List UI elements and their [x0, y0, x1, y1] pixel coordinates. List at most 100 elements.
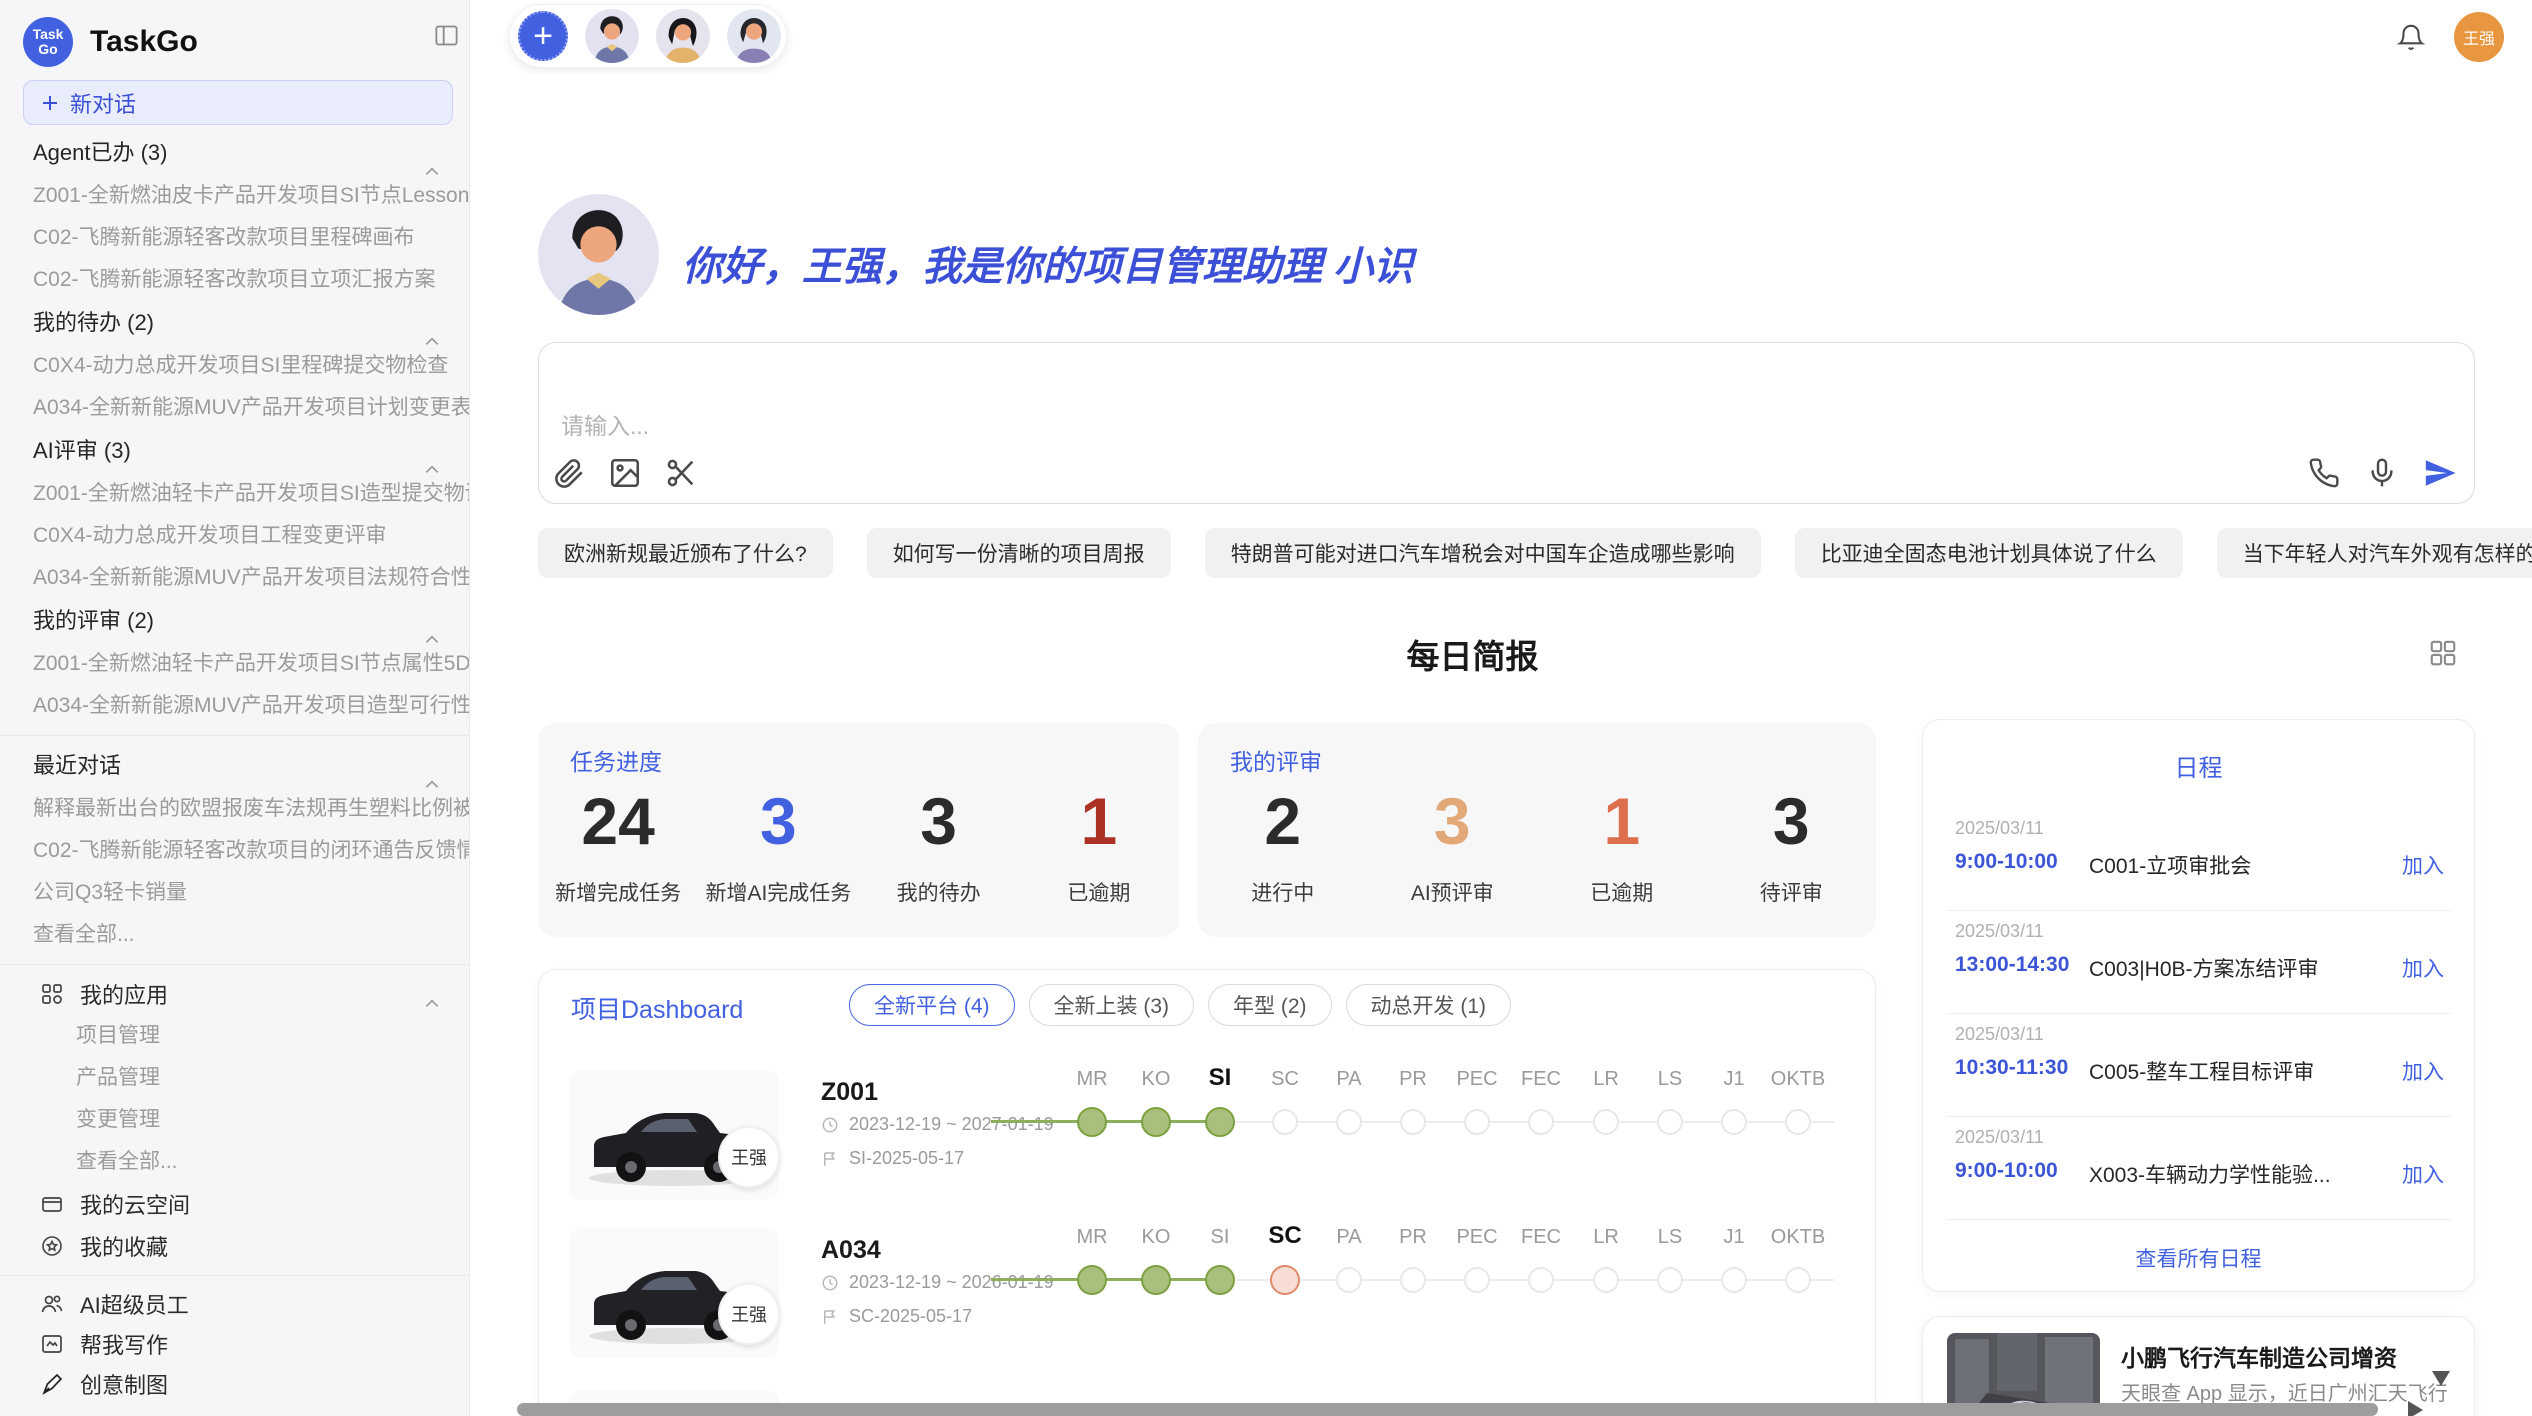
milestone-dot-done: [1205, 1265, 1235, 1295]
sidebar-task-item[interactable]: A034-全新新能源MUV产品开发项目计划变更表编写: [0, 387, 469, 429]
section-agent-done[interactable]: Agent已办 (3): [0, 131, 469, 175]
topbar: + 王强: [470, 0, 2532, 74]
suggestion-chip[interactable]: 比亚迪全固态电池计划具体说了什么: [1795, 528, 2183, 578]
stat-my-todo: 3 我的待办: [859, 779, 1019, 907]
sidebar-task-item[interactable]: A034-全新新能源MUV产品开发项目造型可行性评审: [0, 685, 469, 727]
news-card[interactable]: 小鹏飞行汽车制造公司增资 天眼查 App 显示，近日广州汇天飞行汽...: [1922, 1316, 2475, 1416]
sidebar-task-item[interactable]: C0X4-动力总成开发项目工程变更评审: [0, 515, 469, 557]
section-ai-review[interactable]: AI评审 (3): [0, 429, 469, 473]
suggestion-chip[interactable]: 欧洲新规最近颁布了什么?: [538, 528, 833, 578]
app-item-change-mgmt[interactable]: 变更管理: [0, 1099, 469, 1141]
star-circle-icon: [40, 1234, 64, 1258]
sidebar-task-item[interactable]: Z001-全新燃油轻卡产品开发项目SI节点属性5D文件评审: [0, 643, 469, 685]
join-link[interactable]: 加入: [2402, 953, 2444, 983]
recent-chat-item[interactable]: 公司Q3轻卡销量: [0, 872, 469, 914]
sidebar-task-item[interactable]: Z001-全新燃油轻卡产品开发项目SI造型提交物评审: [0, 473, 469, 515]
event-date: 2025/03/11: [1955, 921, 2044, 942]
composer-attachments: [549, 453, 701, 493]
recent-view-all[interactable]: 查看全部...: [0, 914, 469, 956]
stat-new-ai-completed: 3 新增AI完成任务: [698, 779, 858, 907]
suggestion-chip[interactable]: 特朗普可能对进口汽车增税会对中国车企造成哪些影响: [1205, 528, 1761, 578]
agent-avatar-2[interactable]: [656, 9, 710, 63]
chat-input[interactable]: [539, 343, 2474, 503]
event-date: 2025/03/11: [1955, 1024, 2044, 1045]
sidebar-item-help-writing[interactable]: 帮我写作: [0, 1324, 469, 1364]
sidebar-task-item[interactable]: C02-飞腾新能源轻客改款项目立项汇报方案: [0, 259, 469, 301]
user-avatar[interactable]: 王强: [2454, 12, 2504, 62]
sidebar-item-my-apps[interactable]: 我的应用: [0, 973, 469, 1015]
event-name: C005-整车工程目标评审: [2089, 1056, 2314, 1086]
schedule-event: 2025/03/11 10:30-11:30 C005-整车工程目标评审 加入: [1947, 1014, 2452, 1117]
scissors-icon: [664, 456, 698, 490]
milestone-dot-done: [1141, 1107, 1171, 1137]
sidebar-task-item[interactable]: A034-全新新能源MUV产品开发项目法规符合性评审: [0, 557, 469, 599]
suggestion-chip[interactable]: 如何写一份清晰的项目周报: [867, 528, 1171, 578]
suggestion-chips: 欧洲新规最近颁布了什么? 如何写一份清晰的项目周报 特朗普可能对进口汽车增税会对…: [538, 528, 2475, 578]
scroll-down-arrow[interactable]: [2432, 1371, 2450, 1386]
tab-model-year[interactable]: 年型 (2): [1208, 984, 1332, 1026]
app-item-project-mgmt[interactable]: 项目管理: [0, 1015, 469, 1057]
horizontal-scrollbar[interactable]: [517, 1403, 2378, 1416]
join-link[interactable]: 加入: [2402, 850, 2444, 880]
suggestion-chip[interactable]: 当下年轻人对汽车外观有怎样的喜好趋势: [2217, 528, 2532, 578]
sidebar-task-item[interactable]: C02-飞腾新能源轻客改款项目里程碑画布: [0, 217, 469, 259]
screenshot-button[interactable]: [661, 453, 701, 493]
section-recent-chats[interactable]: 最近对话: [0, 744, 469, 788]
schedule-card: 日程 2025/03/11 9:00-10:00 C001-立项审批会 加入 2…: [1922, 719, 2475, 1292]
join-link[interactable]: 加入: [2402, 1056, 2444, 1086]
stat-value: 3: [1707, 779, 1877, 863]
sidebar-collapse-icon[interactable]: [433, 22, 460, 49]
project-code: A034: [821, 1236, 881, 1265]
tab-new-platform[interactable]: 全新平台 (4): [849, 984, 1015, 1026]
insert-image-button[interactable]: [605, 453, 645, 493]
voice-input-button[interactable]: [2362, 453, 2402, 493]
scroll-right-arrow[interactable]: [2408, 1401, 2423, 1416]
view-all-schedule-link[interactable]: 查看所有日程: [1923, 1243, 2474, 1273]
app-item-product-mgmt[interactable]: 产品管理: [0, 1057, 469, 1099]
app-item-view-all[interactable]: 查看全部...: [0, 1141, 469, 1183]
tab-new-body[interactable]: 全新上装 (3): [1029, 984, 1195, 1026]
chevron-up-icon: [425, 317, 439, 361]
sidebar-item-creative-drawing[interactable]: 创意制图: [0, 1364, 469, 1404]
milestone-dot-pending: [1336, 1109, 1362, 1135]
section-my-review[interactable]: 我的评审 (2): [0, 599, 469, 643]
send-icon: [2423, 456, 2457, 490]
sidebar-task-item[interactable]: C0X4-动力总成开发项目SI里程碑提交物检查: [0, 345, 469, 387]
topbar-right: 王强: [2396, 12, 2504, 62]
task-progress-card: 任务进度 24 新增完成任务 3 新增AI完成任务 3 我的待办 1 已逾期: [538, 723, 1179, 937]
ai-employee-label: AI超级员工: [80, 1288, 189, 1320]
phone-icon: [2308, 457, 2340, 489]
voice-call-button[interactable]: [2304, 453, 2344, 493]
stat-value: 3: [698, 779, 858, 863]
sidebar-task-item[interactable]: Z001-全新燃油皮卡产品开发项目SI节点Lesson Learn报告: [0, 175, 469, 217]
sidebar-item-favorites[interactable]: 我的收藏: [0, 1225, 469, 1267]
stat-overdue: 1 已逾期: [1019, 779, 1179, 907]
layout-grid-icon[interactable]: [2428, 638, 2458, 673]
new-chat-button[interactable]: 新对话: [23, 80, 453, 125]
attach-file-button[interactable]: [549, 453, 589, 493]
schedule-event: 2025/03/11 13:00-14:30 C003|H0B-方案冻结评审 加…: [1947, 911, 2452, 1014]
recent-chat-item[interactable]: C02-飞腾新能源轻客改款项目的闭环通告反馈情况: [0, 830, 469, 872]
tab-powertrain[interactable]: 动总开发 (1): [1346, 984, 1512, 1026]
agent-avatar-1[interactable]: [585, 9, 639, 63]
send-button[interactable]: [2420, 453, 2460, 493]
sidebar-item-ai-employee[interactable]: AI超级员工: [0, 1284, 469, 1324]
notification-bell-icon[interactable]: [2396, 22, 2426, 52]
join-link[interactable]: 加入: [2402, 1159, 2444, 1189]
composer-actions: [2304, 453, 2460, 493]
chevron-up-icon: [425, 760, 439, 804]
sidebar: Task Go TaskGo 新对话 Agent已办 (3) Z001-全新燃油…: [0, 0, 470, 1416]
stat-label: 已逾期: [1537, 877, 1707, 907]
add-agent-button[interactable]: +: [518, 11, 568, 61]
milestone-dot-done: [1141, 1265, 1171, 1295]
sidebar-item-cloud-space[interactable]: 我的云空间: [0, 1183, 469, 1225]
recent-chat-item[interactable]: 解释最新出台的欧盟报废车法规再生塑料比例被调至15%...: [0, 788, 469, 830]
milestone-dot-pending: [1528, 1109, 1554, 1135]
stat-pending-review: 3 待评审: [1707, 779, 1877, 907]
assistant-avatar: [538, 194, 659, 315]
section-my-todo[interactable]: 我的待办 (2): [0, 301, 469, 345]
news-title: 小鹏飞行汽车制造公司增资: [2121, 1339, 2397, 1373]
stat-label: 进行中: [1198, 877, 1368, 907]
agent-avatar-3[interactable]: [727, 9, 781, 63]
people-icon: [40, 1292, 64, 1316]
